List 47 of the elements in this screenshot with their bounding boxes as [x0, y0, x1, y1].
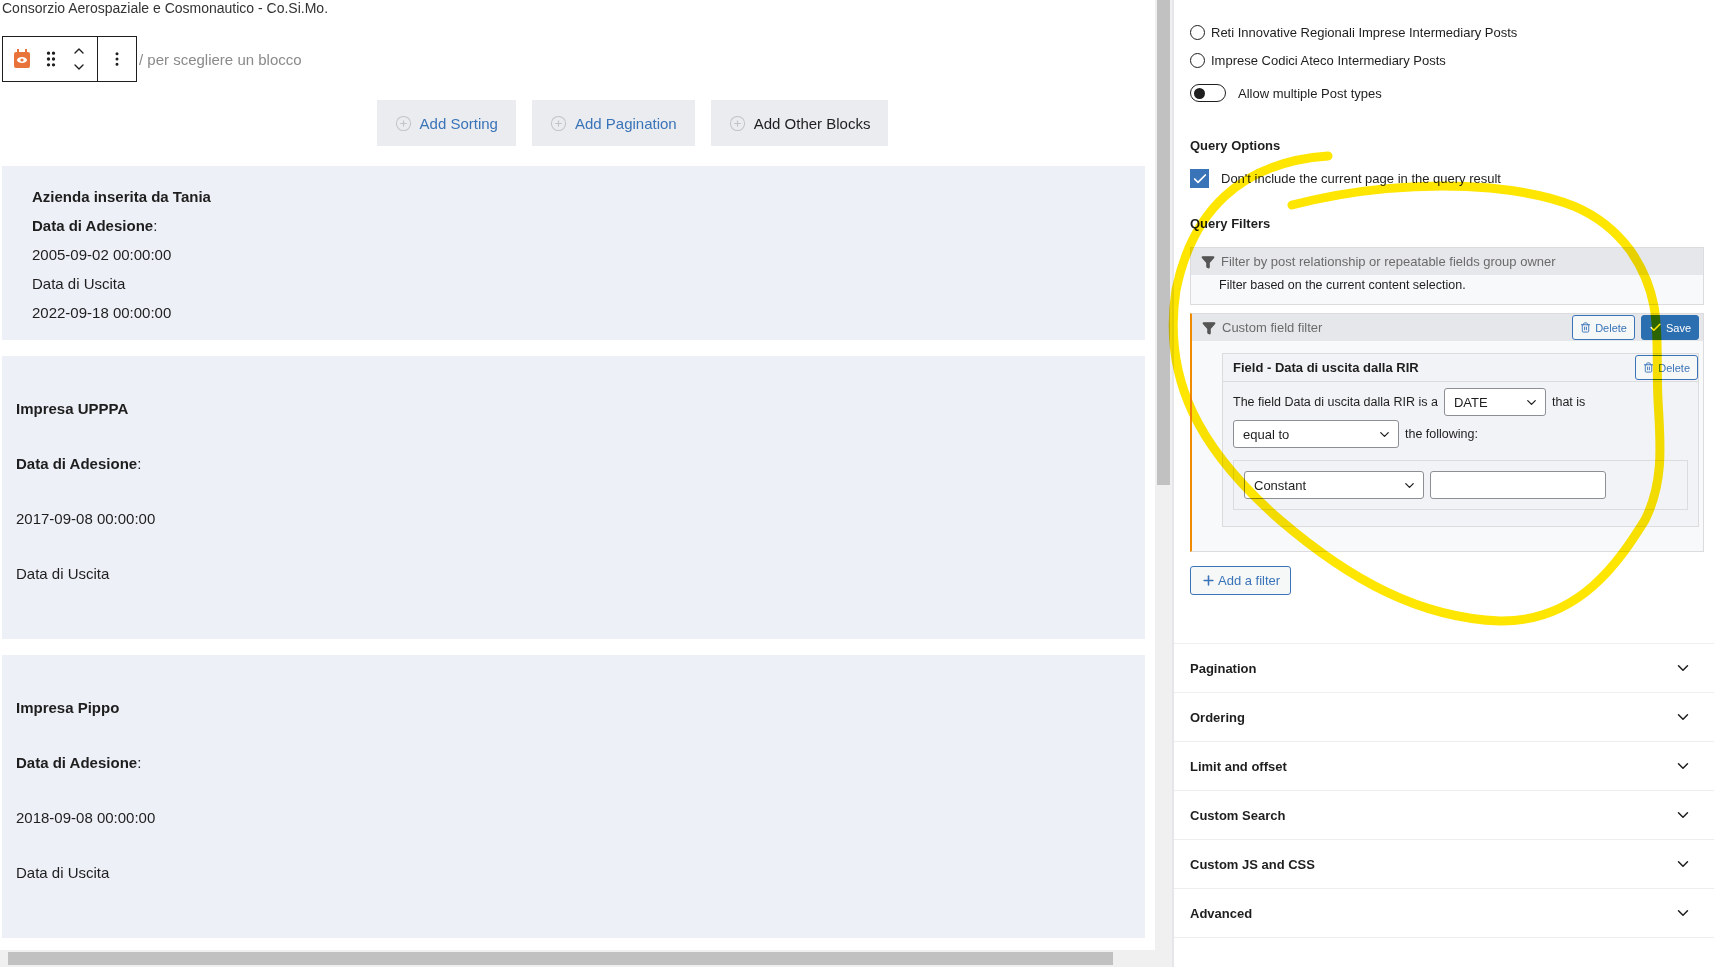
value-field[interactable] — [1430, 471, 1606, 499]
radio-label: Imprese Codici Ateco Intermediary Posts — [1211, 52, 1446, 68]
section-heading: Query Options — [1190, 138, 1282, 153]
block-hint: / per scegliere un blocco — [139, 50, 302, 68]
radio-label: Reti Innovative Regionali Imprese Intermediary Posts — [1211, 24, 1518, 40]
post-field: 2022-09-18 00:00:00 — [32, 304, 1115, 322]
condition-text: the following: — [1405, 427, 1478, 441]
filter-icon — [1201, 254, 1215, 269]
field-title: Field - Data di uscita dalla RIR — [1233, 360, 1419, 375]
post-title: Impresa UPPPA — [16, 400, 130, 418]
add-block-button[interactable]: Add Sorting — [376, 100, 516, 146]
post-field: Data di Adesione: — [32, 217, 1115, 235]
delete-button[interactable]: Delete — [1572, 315, 1635, 340]
post-field: Data di Uscita — [16, 565, 1131, 583]
add-block-button[interactable]: Add Other Blocks — [710, 100, 889, 146]
post-field: Data di Adesione: — [16, 455, 1131, 473]
add-filter-button[interactable]: Add a filter — [1190, 566, 1292, 595]
post-title: Impresa Pippo — [16, 699, 121, 717]
post-field: Data di Uscita — [32, 275, 1115, 293]
post-field: 2005-09-02 00:00:00 — [32, 246, 1115, 264]
page-title: Consorzio Aerospaziale e Cosmonautico - Co.Si.Mo. — [2, 0, 330, 16]
post-field: 2017-09-08 00:00:00 — [16, 510, 1131, 528]
block-type-icon[interactable] — [13, 49, 31, 69]
post-field: Data di Uscita — [16, 864, 1131, 882]
add-block-button[interactable]: Add Pagination — [531, 100, 695, 146]
post-field: 2018-09-08 00:00:00 — [16, 809, 1131, 827]
post-field: Data di Adesione: — [16, 754, 1131, 772]
filter-title: Filter by post relationship or repeatable fields group owner — [1221, 254, 1557, 269]
source-select[interactable]: Constant — [1244, 471, 1424, 499]
operator-select[interactable]: equal to — [1233, 420, 1399, 448]
plus-circle-icon — [394, 114, 412, 132]
toggle-switch[interactable] — [1190, 84, 1226, 102]
horizontal-scrollbar[interactable] — [0, 950, 1155, 967]
post-title: Azienda inserita da Tania — [32, 188, 212, 206]
trash-icon — [1580, 322, 1592, 333]
plus-circle-icon — [728, 114, 746, 132]
checkbox[interactable] — [1190, 169, 1209, 188]
condition-text: The field Data di uscita dalla RIR is a — [1233, 395, 1438, 409]
toggle-label: Allow multiple Post types — [1238, 85, 1382, 101]
trash-icon — [1643, 362, 1655, 373]
filter-icon — [1202, 320, 1216, 335]
condition-text: that is — [1551, 395, 1586, 409]
filter-description: Filter based on the current content selection. — [1218, 277, 1467, 294]
type-select[interactable]: DATE — [1443, 388, 1546, 416]
plus-circle-icon — [549, 114, 567, 132]
plus-icon — [1201, 573, 1216, 588]
filter-title: Custom field filter — [1222, 320, 1324, 335]
